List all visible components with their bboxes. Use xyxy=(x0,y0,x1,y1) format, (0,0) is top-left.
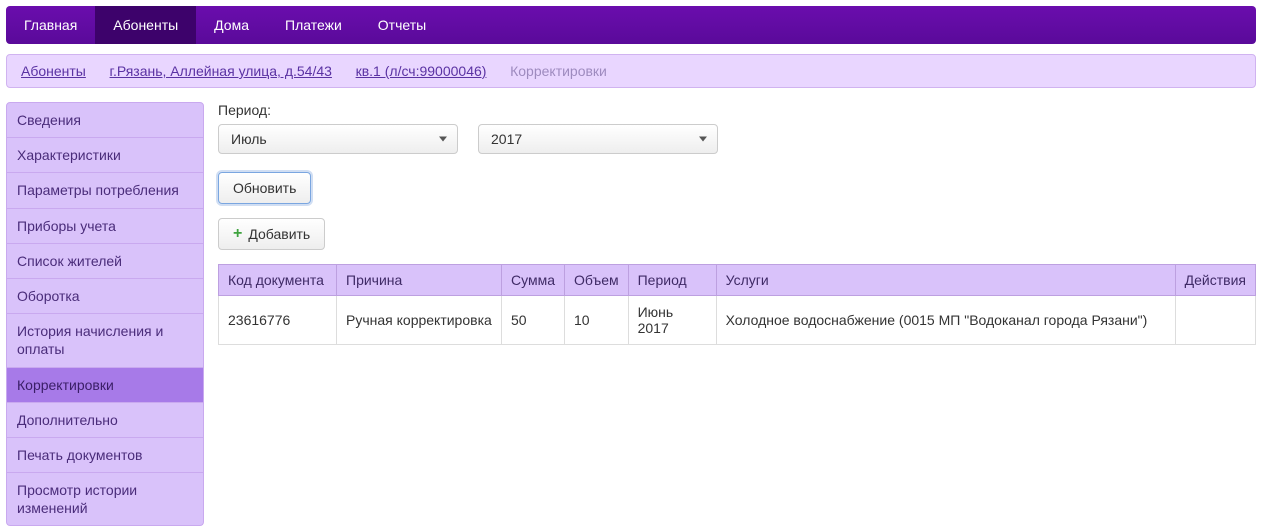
sidebar-item-residents[interactable]: Список жителей xyxy=(6,244,204,279)
cell-reason: Ручная корректировка xyxy=(337,296,502,345)
cell-actions xyxy=(1175,296,1255,345)
sidebar-item-history[interactable]: История начисления и оплаты xyxy=(6,314,204,367)
month-select[interactable]: Июль xyxy=(218,124,458,154)
breadcrumb-link-address[interactable]: г.Рязань, Аллейная улица, д.54/43 xyxy=(110,63,332,79)
sidebar-item-characteristics[interactable]: Характеристики xyxy=(6,138,204,173)
col-volume: Объем xyxy=(565,265,629,296)
col-period: Период xyxy=(628,265,716,296)
add-button-label: Добавить xyxy=(248,226,310,242)
nav-item-reports[interactable]: Отчеты xyxy=(360,6,444,44)
sidebar-item-turnover[interactable]: Оборотка xyxy=(6,279,204,314)
cell-services: Холодное водоснабжение (0015 МП "Водокан… xyxy=(716,296,1175,345)
nav-item-houses[interactable]: Дома xyxy=(196,6,267,44)
breadcrumb-separator xyxy=(342,63,346,79)
sidebar-item-corrections[interactable]: Корректировки xyxy=(6,368,204,403)
corrections-table: Код документа Причина Сумма Объем Период… xyxy=(218,264,1256,345)
add-button[interactable]: + Добавить xyxy=(218,218,325,250)
col-services: Услуги xyxy=(716,265,1175,296)
plus-icon: + xyxy=(233,226,242,242)
col-doc-code: Код документа xyxy=(219,265,337,296)
table-row: 23616776 Ручная корректировка 50 10 Июнь… xyxy=(219,296,1256,345)
col-reason: Причина xyxy=(337,265,502,296)
sidebar: Сведения Характеристики Параметры потреб… xyxy=(6,102,204,526)
cell-doc-code: 23616776 xyxy=(219,296,337,345)
chevron-down-icon xyxy=(699,137,707,142)
refresh-button[interactable]: Обновить xyxy=(218,172,311,204)
breadcrumb-link-account[interactable]: кв.1 (л/сч:99000046) xyxy=(356,63,487,79)
cell-volume: 10 xyxy=(565,296,629,345)
breadcrumb-current: Корректировки xyxy=(510,63,607,79)
sidebar-item-print[interactable]: Печать документов xyxy=(6,438,204,473)
sidebar-item-info[interactable]: Сведения xyxy=(6,102,204,138)
sidebar-item-consumption-params[interactable]: Параметры потребления xyxy=(6,173,204,208)
refresh-button-label: Обновить xyxy=(233,180,296,196)
year-select[interactable]: 2017 xyxy=(478,124,718,154)
nav-item-main[interactable]: Главная xyxy=(6,6,95,44)
breadcrumb: Абоненты г.Рязань, Аллейная улица, д.54/… xyxy=(6,54,1256,88)
col-sum: Сумма xyxy=(502,265,565,296)
year-select-value: 2017 xyxy=(491,131,522,147)
cell-sum: 50 xyxy=(502,296,565,345)
col-actions: Действия xyxy=(1175,265,1255,296)
nav-item-payments[interactable]: Платежи xyxy=(267,6,360,44)
breadcrumb-link-subscribers[interactable]: Абоненты xyxy=(21,63,86,79)
period-label: Период: xyxy=(218,102,1256,118)
table-header-row: Код документа Причина Сумма Объем Период… xyxy=(219,265,1256,296)
sidebar-item-additional[interactable]: Дополнительно xyxy=(6,403,204,438)
chevron-down-icon xyxy=(439,137,447,142)
content: Период: Июль 2017 Обновить + Добавить xyxy=(218,102,1256,526)
top-nav: Главная Абоненты Дома Платежи Отчеты xyxy=(6,6,1256,44)
month-select-value: Июль xyxy=(231,131,267,147)
cell-period: Июнь 2017 xyxy=(628,296,716,345)
sidebar-item-meters[interactable]: Приборы учета xyxy=(6,209,204,244)
breadcrumb-separator xyxy=(96,63,100,79)
sidebar-item-change-history[interactable]: Просмотр истории изменений xyxy=(6,473,204,526)
breadcrumb-separator xyxy=(496,63,500,79)
nav-item-subscribers[interactable]: Абоненты xyxy=(95,6,196,44)
